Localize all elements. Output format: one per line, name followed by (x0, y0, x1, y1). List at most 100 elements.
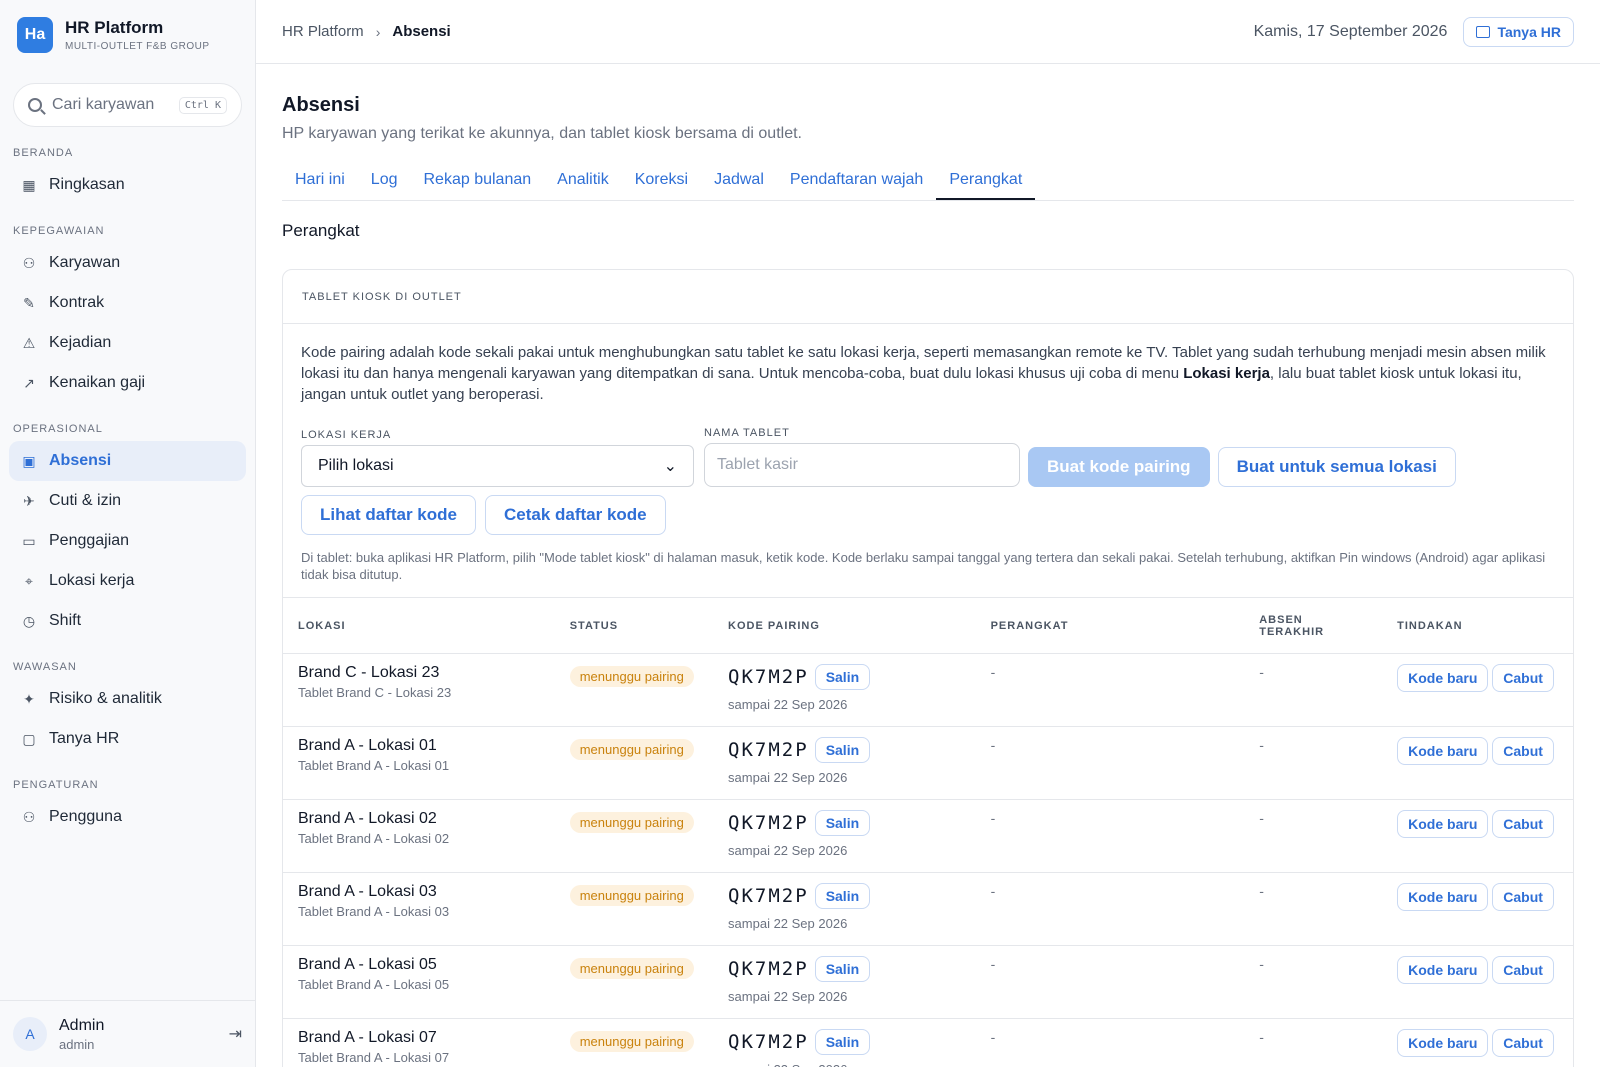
tab-hari-ini[interactable]: Hari ini (282, 161, 358, 200)
column-header: TINDAKAN (1382, 597, 1573, 654)
users-icon: ⚇ (22, 254, 36, 271)
tab-rekap-bulanan[interactable]: Rekap bulanan (411, 161, 545, 200)
calendar-icon: ▣ (22, 452, 36, 469)
location-menu-link: Lokasi kerja (1183, 365, 1270, 382)
sidebar: Ha HR Platform MULTI-OUTLET F&B GROUP Ca… (0, 0, 256, 1067)
status-badge: menunggu pairing (569, 666, 694, 687)
sidebar-item-tanya-hr[interactable]: ▢ Tanya HR (9, 719, 246, 759)
current-date: Kamis, 17 September 2026 (1253, 22, 1448, 40)
status-badge: menunggu pairing (569, 885, 694, 906)
sidebar-item-shift[interactable]: ◷ Shift (9, 601, 246, 641)
status-badge: menunggu pairing (569, 812, 694, 833)
user-footer: A Admin admin ⇥ (0, 1000, 255, 1067)
status-badge: menunggu pairing (569, 739, 694, 760)
tablet-name-input[interactable]: Tablet kasir (704, 443, 1020, 487)
sidebar-item-lokasi-kerja[interactable]: ⌖ Lokasi kerja (9, 561, 246, 601)
code-expiry: sampai 22 Sep 2026 (728, 916, 848, 931)
users-icon: ⚇ (22, 808, 36, 825)
tab-jadwal[interactable]: Jadwal (701, 161, 777, 200)
tab-pendaftaran-wajah[interactable]: Pendaftaran wajah (777, 161, 936, 200)
copy-code-button[interactable]: Salin (814, 956, 871, 982)
employee-search[interactable]: Cari karyawan Ctrl K (13, 83, 242, 127)
table-row: Brand A - Lokasi 02 Tablet Brand A - Lok… (283, 799, 1573, 873)
sidebar-item-ringkasan[interactable]: ▦ Ringkasan (9, 165, 246, 205)
devices-table: LOKASI STATUS KODE PAIRING PERANGKAT ABSEN T… (283, 597, 1573, 1067)
revoke-button[interactable]: Cabut (1492, 737, 1554, 765)
tab-log[interactable]: Log (358, 161, 411, 200)
tablet-name-label: NAMA TABLET (704, 427, 790, 439)
brand-subtitle: MULTI-OUTLET F&B GROUP (65, 41, 210, 52)
tab-koreksi[interactable]: Koreksi (622, 161, 701, 200)
kiosk-heading: TABLET KIOSK DI OUTLET (283, 270, 1573, 324)
column-header: LOKASI (283, 597, 555, 654)
device-value: - (990, 737, 996, 753)
table-row: Brand A - Lokasi 01 Tablet Brand A - Lok… (283, 726, 1573, 800)
code-expiry: sampai 22 Sep 2026 (728, 989, 848, 1004)
sidebar-item-label: Tanya HR (49, 730, 120, 747)
sidebar-item-absensi[interactable]: ▣ Absensi (9, 441, 246, 481)
revoke-button[interactable]: Cabut (1492, 810, 1554, 838)
print-codes-button[interactable]: Cetak daftar kode (484, 495, 666, 535)
sidebar-item-kenaikan-gaji[interactable]: ↗ Kenaikan gaji (9, 363, 246, 403)
sidebar-section-label: PENGATURAN (13, 779, 99, 791)
kiosk-hint: Di tablet: buka aplikasi HR Platform, pi… (301, 550, 1546, 582)
ask-hr-button[interactable]: Tanya HR (1463, 16, 1574, 47)
sidebar-item-risiko-analitik[interactable]: ✦ Risiko & analitik (9, 679, 246, 719)
copy-code-button[interactable]: Salin (814, 1029, 871, 1055)
sidebar-item-karyawan[interactable]: ⚇ Karyawan (9, 243, 246, 283)
copy-code-button[interactable]: Salin (814, 810, 871, 836)
new-code-button[interactable]: Kode baru (1397, 810, 1489, 838)
pairing-code: QK7M2P (728, 1031, 809, 1053)
sidebar-item-kontrak[interactable]: ✎ Kontrak (9, 283, 246, 323)
sidebar-item-label: Lokasi kerja (49, 572, 135, 589)
location-name: Brand A - Lokasi 03 (298, 883, 437, 900)
brand[interactable]: Ha HR Platform MULTI-OUTLET F&B GROUP (0, 0, 255, 70)
contract-icon: ✎ (23, 294, 35, 311)
topbar: HR Platform › Absensi Kamis, 17 Septembe… (256, 0, 1600, 64)
sidebar-section-label: BERANDA (13, 147, 74, 159)
new-code-button[interactable]: Kode baru (1397, 883, 1489, 911)
tab-perangkat[interactable]: Perangkat (936, 161, 1036, 200)
new-code-button[interactable]: Kode baru (1397, 1029, 1489, 1057)
search-input[interactable]: Cari karyawan (52, 96, 179, 114)
sparkle-icon: ✦ (23, 690, 35, 707)
dashboard-icon: ▦ (22, 176, 36, 193)
page-subtitle: HP karyawan yang terikat ke akunnya, dan… (282, 125, 802, 142)
tab-analitik[interactable]: Analitik (544, 161, 622, 200)
create-pairing-button[interactable]: Buat kode pairing (1028, 447, 1210, 487)
logout-icon[interactable]: ⇥ (229, 1024, 242, 1044)
revoke-button[interactable]: Cabut (1492, 883, 1554, 911)
pairing-code: QK7M2P (728, 958, 809, 980)
code-expiry: sampai 22 Sep 2026 (728, 697, 848, 712)
warning-icon: ⚠ (22, 334, 36, 351)
revoke-button[interactable]: Cabut (1492, 956, 1554, 984)
view-codes-button[interactable]: Lihat daftar kode (301, 495, 476, 535)
copy-code-button[interactable]: Salin (814, 883, 871, 909)
sidebar-item-label: Kenaikan gaji (49, 374, 146, 391)
sidebar-item-kejadian[interactable]: ⚠ Kejadian (9, 323, 246, 363)
location-select[interactable]: Pilih lokasi ⌄ (301, 445, 694, 487)
revoke-button[interactable]: Cabut (1492, 664, 1554, 692)
table-row: Brand A - Lokasi 07 Tablet Brand A - Lok… (283, 1018, 1573, 1067)
new-code-button[interactable]: Kode baru (1397, 737, 1489, 765)
copy-code-button[interactable]: Salin (814, 737, 871, 763)
kiosk-description: Kode pairing adalah kode sekali pakai un… (301, 344, 1546, 403)
code-expiry: sampai 22 Sep 2026 (728, 1062, 961, 1067)
create-all-locations-button[interactable]: Buat untuk semua lokasi (1217, 447, 1456, 487)
sidebar-item-penggajian[interactable]: ▭ Penggajian (9, 521, 246, 561)
column-header: PERANGKAT (975, 597, 1245, 654)
tablet-name: Tablet Brand A - Lokasi 05 (298, 977, 450, 992)
copy-code-button[interactable]: Salin (814, 664, 871, 690)
sidebar-item-cuti-izin[interactable]: ✈ Cuti & izin (9, 481, 246, 521)
breadcrumb-root[interactable]: HR Platform (282, 23, 364, 40)
tablet-name: Tablet Brand A - Lokasi 02 (298, 831, 450, 846)
new-code-button[interactable]: Kode baru (1397, 664, 1489, 692)
new-code-button[interactable]: Kode baru (1397, 956, 1489, 984)
sidebar-item-pengguna[interactable]: ⚇ Pengguna (9, 797, 246, 837)
search-icon (28, 98, 42, 112)
plane-icon: ✈ (23, 492, 35, 509)
location-name: Brand A - Lokasi 02 (298, 810, 437, 827)
revoke-button[interactable]: Cabut (1492, 1029, 1554, 1057)
pairing-code: QK7M2P (728, 666, 809, 688)
location-name: Brand A - Lokasi 01 (298, 737, 437, 754)
